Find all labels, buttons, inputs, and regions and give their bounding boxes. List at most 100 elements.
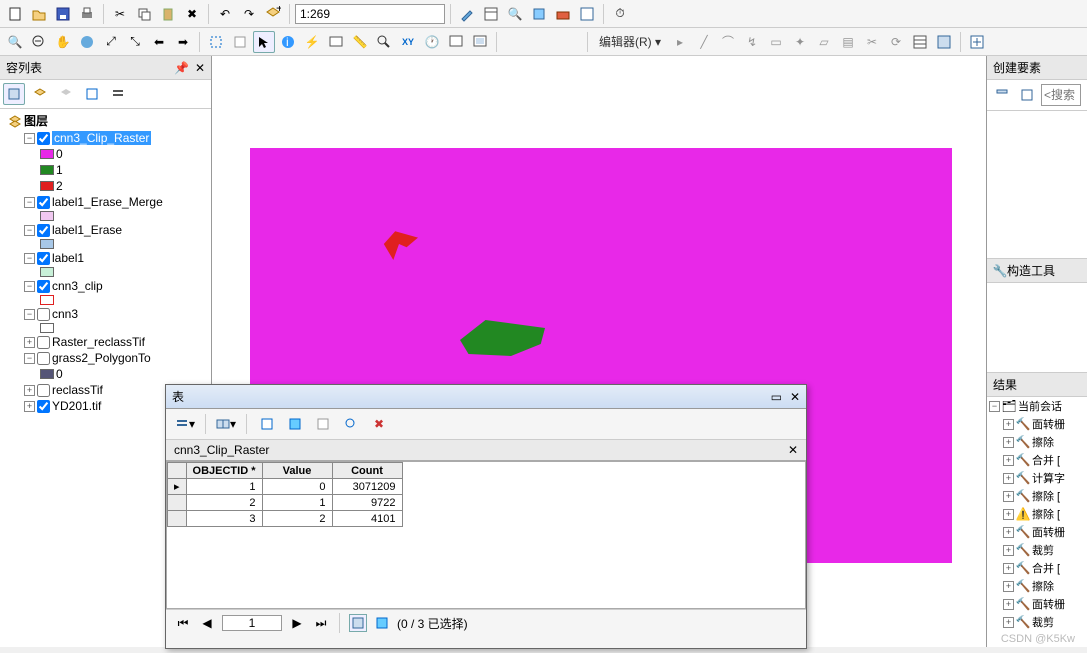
print-icon[interactable] bbox=[76, 3, 98, 25]
layer-row[interactable]: − label1_Erase_Merge bbox=[0, 194, 211, 210]
catalog-icon[interactable] bbox=[480, 3, 502, 25]
select-elements-icon[interactable] bbox=[253, 31, 275, 53]
expand-toggle[interactable]: + bbox=[24, 337, 35, 348]
select-features-icon[interactable] bbox=[205, 31, 227, 53]
layer-row[interactable]: − cnn3_Clip_Raster bbox=[0, 130, 211, 146]
cut-poly-icon[interactable]: ▤ bbox=[837, 31, 859, 53]
expand-toggle[interactable]: − bbox=[24, 309, 35, 320]
layer-row[interactable]: + Raster_reclassTif bbox=[0, 334, 211, 350]
layer-row[interactable]: − label1_Erase bbox=[0, 222, 211, 238]
back-extent-icon[interactable]: ⬅ bbox=[148, 31, 170, 53]
paste-icon[interactable] bbox=[157, 3, 179, 25]
nav-record-input[interactable] bbox=[222, 615, 282, 631]
result-item[interactable]: +🔨计算字 bbox=[987, 469, 1087, 487]
table-tab-name[interactable]: cnn3_Clip_Raster bbox=[174, 443, 269, 457]
expand-toggle[interactable]: − bbox=[24, 225, 35, 236]
layer-checkbox[interactable] bbox=[37, 384, 50, 397]
filter2-icon[interactable] bbox=[1016, 84, 1038, 106]
list-by-visibility-icon[interactable] bbox=[55, 83, 77, 105]
table-close-icon[interactable]: ✕ bbox=[790, 390, 800, 404]
nav-next-icon[interactable]: ▶ bbox=[288, 614, 306, 632]
expand-toggle[interactable]: − bbox=[24, 197, 35, 208]
reshape-icon[interactable]: ▱ bbox=[813, 31, 835, 53]
attribute-grid[interactable]: OBJECTID *ValueCount▸1030712092197223241… bbox=[167, 462, 403, 527]
editor-toolbar-icon[interactable] bbox=[456, 3, 478, 25]
time-slider-icon[interactable]: ⏱ bbox=[609, 3, 631, 25]
result-item[interactable]: +🔨擦除 bbox=[987, 577, 1087, 595]
add-data-icon[interactable]: + bbox=[262, 3, 284, 25]
expand-toggle[interactable]: + bbox=[24, 401, 35, 412]
python-icon[interactable] bbox=[576, 3, 598, 25]
result-item[interactable]: +🔨裁剪 bbox=[987, 541, 1087, 559]
cut-icon[interactable]: ✂ bbox=[109, 3, 131, 25]
result-item[interactable]: +🔨面转栅 bbox=[987, 415, 1087, 433]
split-icon[interactable]: ✂ bbox=[861, 31, 883, 53]
show-all-icon[interactable] bbox=[349, 614, 367, 632]
toc-pin-close[interactable]: 📌✕ bbox=[174, 61, 205, 75]
result-item[interactable]: +🔨合并 [ bbox=[987, 559, 1087, 577]
goto-xy-icon[interactable]: XY bbox=[397, 31, 419, 53]
result-item[interactable]: +🔨面转栅 bbox=[987, 595, 1087, 613]
layer-row[interactable]: − grass2_PolygonTo bbox=[0, 350, 211, 366]
layer-checkbox[interactable] bbox=[37, 400, 50, 413]
viewer-window-icon[interactable] bbox=[469, 31, 491, 53]
layer-checkbox[interactable] bbox=[37, 308, 50, 321]
layer-row[interactable]: − label1 bbox=[0, 250, 211, 266]
expand-toggle[interactable]: − bbox=[24, 253, 35, 264]
result-item[interactable]: +⚠️擦除 [ bbox=[987, 505, 1087, 523]
tbl-clear-sel-icon[interactable] bbox=[312, 413, 334, 435]
toc-root[interactable]: 图层 bbox=[0, 111, 211, 130]
clear-selection-icon[interactable] bbox=[229, 31, 251, 53]
result-item[interactable]: +🔨擦除 [ bbox=[987, 487, 1087, 505]
redo-icon[interactable]: ↷ bbox=[238, 3, 260, 25]
zoom-in-icon[interactable]: 🔍 bbox=[4, 31, 26, 53]
expand-toggle[interactable]: + bbox=[24, 385, 35, 396]
layer-checkbox[interactable] bbox=[37, 132, 50, 145]
result-item[interactable]: +🔨裁剪 bbox=[987, 613, 1087, 631]
create-search-input[interactable] bbox=[1041, 84, 1081, 106]
show-selected-icon[interactable] bbox=[373, 614, 391, 632]
hyperlink-icon[interactable]: ⚡ bbox=[301, 31, 323, 53]
open-icon[interactable] bbox=[28, 3, 50, 25]
edit-vertices-icon[interactable]: ✦ bbox=[789, 31, 811, 53]
expand-toggle[interactable]: − bbox=[24, 133, 35, 144]
tbl-related-icon[interactable]: ▾ bbox=[215, 413, 237, 435]
edit-arc-icon[interactable]: ⌒ bbox=[717, 31, 739, 53]
tbl-delete-sel-icon[interactable]: ✖ bbox=[368, 413, 390, 435]
full-extent-icon[interactable] bbox=[76, 31, 98, 53]
layer-checkbox[interactable] bbox=[37, 252, 50, 265]
undo-icon[interactable]: ↶ bbox=[214, 3, 236, 25]
search-tool-icon[interactable]: 🔍 bbox=[504, 3, 526, 25]
results-tree[interactable]: −🗂当前会话+🔨面转栅+🔨擦除+🔨合并 [+🔨计算字+🔨擦除 [+⚠️擦除 [+… bbox=[987, 397, 1087, 647]
editor-menu[interactable]: 编辑器(R) ▾ bbox=[593, 33, 667, 50]
layer-checkbox[interactable] bbox=[37, 280, 50, 293]
scale-input[interactable] bbox=[295, 4, 445, 24]
edit-tool-icon[interactable]: ▸ bbox=[669, 31, 691, 53]
result-item[interactable]: +🔨合并 [ bbox=[987, 451, 1087, 469]
measure-icon[interactable]: 📏 bbox=[349, 31, 371, 53]
fixed-zoom-in-icon[interactable]: ⤢ bbox=[100, 31, 122, 53]
tbl-options-icon[interactable]: ▾ bbox=[174, 413, 196, 435]
table-restore-icon[interactable]: ▭ bbox=[771, 390, 782, 404]
edit-rect-icon[interactable]: ▭ bbox=[765, 31, 787, 53]
nav-prev-icon[interactable]: ◀ bbox=[198, 614, 216, 632]
attributes-icon[interactable] bbox=[909, 31, 931, 53]
delete-icon[interactable]: ✖ bbox=[181, 3, 203, 25]
nav-last-icon[interactable]: ⏭ bbox=[312, 614, 330, 632]
expand-toggle[interactable]: − bbox=[24, 353, 35, 364]
tbl-select-by-attr-icon[interactable] bbox=[256, 413, 278, 435]
layer-row[interactable]: − cnn3 bbox=[0, 306, 211, 322]
list-by-source-icon[interactable] bbox=[29, 83, 51, 105]
new-doc-icon[interactable] bbox=[4, 3, 26, 25]
layer-checkbox[interactable] bbox=[37, 336, 50, 349]
edit-trace-icon[interactable]: ↯ bbox=[741, 31, 763, 53]
identify-icon[interactable]: i bbox=[277, 31, 299, 53]
find-icon[interactable] bbox=[373, 31, 395, 53]
create-viewer-icon[interactable] bbox=[445, 31, 467, 53]
save-icon[interactable] bbox=[52, 3, 74, 25]
html-popup-icon[interactable] bbox=[325, 31, 347, 53]
filter-icon[interactable] bbox=[991, 84, 1013, 106]
time-icon[interactable]: 🕐 bbox=[421, 31, 443, 53]
layer-checkbox[interactable] bbox=[37, 196, 50, 209]
list-by-selection-icon[interactable] bbox=[81, 83, 103, 105]
